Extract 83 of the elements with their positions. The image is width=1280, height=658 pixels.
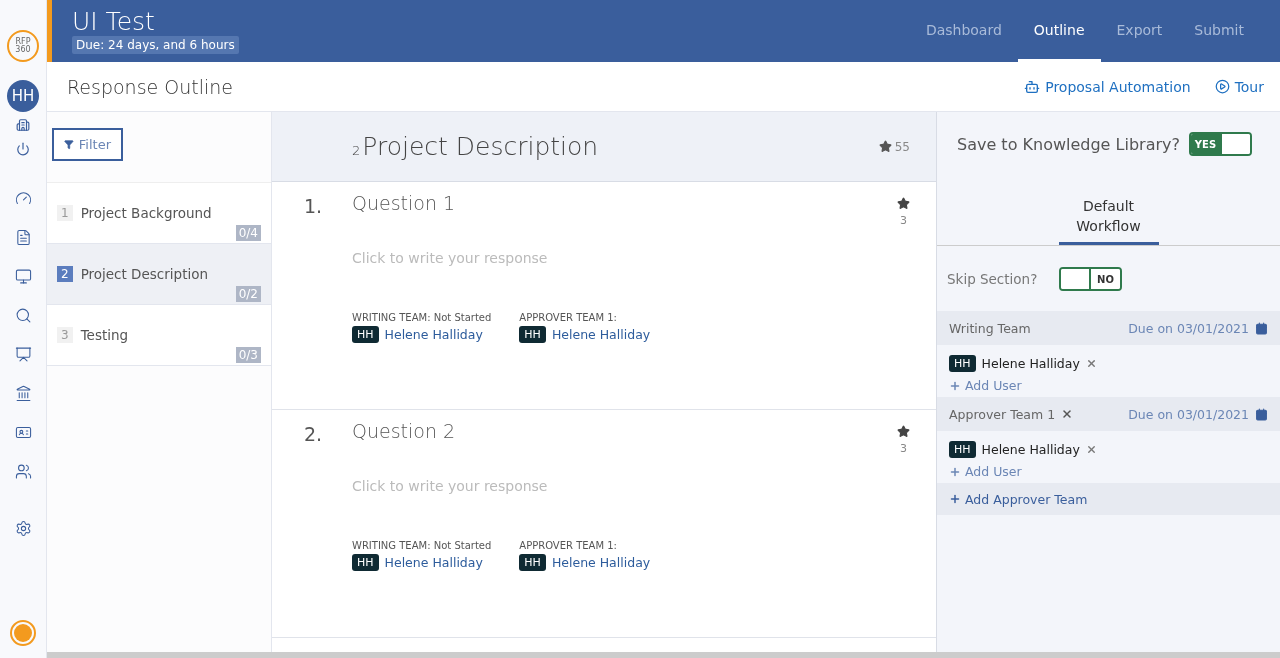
initials-chip: HH — [949, 355, 976, 372]
initials-chip: HH — [519, 554, 546, 571]
calendar-icon[interactable] — [1255, 407, 1268, 421]
section-title: Project Description — [80, 266, 208, 282]
page-title: Response Outline — [67, 75, 234, 98]
automation-link[interactable]: Proposal Automation — [1024, 78, 1191, 95]
star-icon[interactable] — [897, 425, 910, 438]
calendar-icon[interactable] — [1255, 321, 1268, 335]
section-title: Project Background — [80, 205, 212, 221]
team-label: APPROVER TEAM 1: — [519, 540, 618, 551]
filter-icon — [64, 138, 74, 151]
member-name: Helene Halliday — [981, 356, 1080, 371]
star-count: 55 — [894, 139, 910, 154]
progress-count: 0/2 — [235, 286, 261, 302]
nav-tab[interactable]: Outline — [1017, 0, 1101, 62]
remove-icon[interactable] — [1085, 358, 1097, 369]
question-title: Question 2 — [352, 420, 457, 442]
initials-chip: HH — [352, 554, 379, 571]
question-title: Question 1 — [352, 192, 457, 214]
nav-tab[interactable]: Submit — [1178, 0, 1260, 62]
initials-chip: HH — [352, 326, 379, 343]
save-label: Save to Knowledge Library? — [957, 134, 1180, 154]
id-card-icon[interactable] — [14, 424, 32, 441]
add-team-link[interactable]: Add Approver Team — [937, 483, 1280, 515]
section-number: 2 — [57, 266, 73, 282]
user-avatar[interactable]: HH — [7, 80, 39, 112]
nav-tab[interactable]: Export — [1100, 0, 1179, 62]
star-count: 3 — [900, 442, 907, 455]
question-number: 2. — [304, 422, 324, 447]
settings-icon[interactable] — [14, 520, 32, 537]
building-icon[interactable] — [16, 118, 30, 132]
team-label: WRITING TEAM: Not Started — [352, 540, 492, 551]
section-item[interactable]: 2 Project Description 0/2 — [47, 244, 271, 305]
toggle-switch[interactable]: NO — [1059, 267, 1122, 291]
bank-icon[interactable] — [14, 385, 32, 402]
progress-count: 0/3 — [235, 347, 261, 363]
section-heading: 2 Project Description — [352, 132, 599, 161]
due-badge: Due: 24 days, and 6 hours — [72, 35, 239, 54]
skip-label: Skip Section? — [947, 271, 1039, 287]
add-user-link[interactable]: Add User — [949, 464, 1268, 479]
member-name: Helene Halliday — [981, 442, 1080, 457]
users-icon[interactable] — [14, 463, 32, 480]
workflow-tab[interactable]: Default Workflow — [1058, 196, 1159, 245]
user-link[interactable]: Helene Halliday — [384, 555, 483, 570]
remove-icon[interactable] — [1061, 408, 1074, 420]
toggle-switch[interactable]: YES — [1189, 132, 1252, 156]
team-label: APPROVER TEAM 1: — [519, 312, 618, 323]
logo: RFP 360 — [7, 30, 39, 62]
star-count: 3 — [900, 214, 907, 227]
plus-icon — [949, 379, 961, 392]
add-user-link[interactable]: Add User — [949, 378, 1268, 393]
nav-tab[interactable]: Dashboard — [909, 0, 1018, 62]
project-title: UI Test — [72, 8, 156, 34]
power-icon[interactable] — [16, 142, 30, 156]
initials-chip: HH — [949, 441, 976, 458]
chart-screen-icon[interactable] — [14, 346, 32, 363]
star-icon[interactable] — [878, 140, 892, 153]
team-name: Writing Team — [949, 320, 1031, 336]
plus-icon — [949, 493, 961, 505]
team-label: WRITING TEAM: Not Started — [352, 312, 492, 323]
document-icon[interactable] — [14, 229, 32, 246]
star-icon[interactable] — [897, 197, 910, 210]
tour-link[interactable]: Tour — [1214, 78, 1264, 95]
play-icon — [1214, 79, 1230, 94]
user-link[interactable]: Helene Halliday — [551, 327, 651, 342]
user-link[interactable]: Helene Halliday — [384, 327, 483, 342]
robot-icon — [1024, 78, 1041, 95]
plus-icon — [949, 465, 961, 478]
section-title: Testing — [80, 327, 129, 343]
user-link[interactable]: Helene Halliday — [551, 555, 651, 570]
remove-icon[interactable] — [1085, 444, 1097, 455]
question-number: 1. — [304, 194, 324, 219]
monitor-icon[interactable] — [14, 268, 32, 285]
gauge-icon[interactable] — [14, 190, 32, 207]
due-date: Due on 03/01/2021 — [1128, 320, 1249, 336]
search-icon[interactable] — [14, 307, 32, 324]
progress-count: 0/4 — [235, 225, 261, 241]
filter-button[interactable]: Filter — [52, 128, 123, 161]
section-number: 1 — [57, 205, 73, 221]
team-name: Approver Team 1 — [949, 406, 1056, 422]
initials-chip: HH — [519, 326, 546, 343]
section-number: 3 — [57, 327, 73, 343]
due-date: Due on 03/01/2021 — [1128, 406, 1249, 422]
